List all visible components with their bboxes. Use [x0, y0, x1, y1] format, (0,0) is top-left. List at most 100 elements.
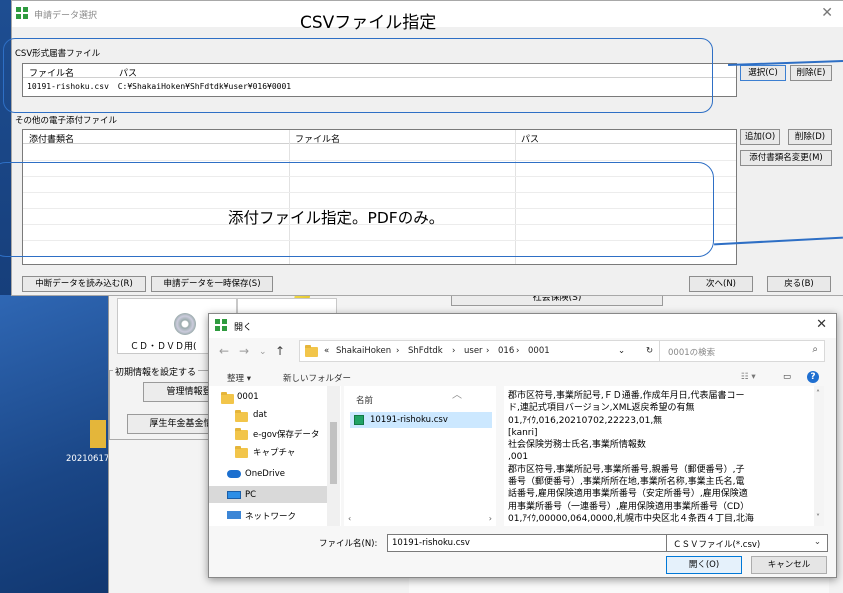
search-placeholder: 0001の検索: [668, 348, 716, 358]
save-temp-button[interactable]: 申請データを一時保存(S): [151, 276, 273, 292]
nav-scrollbar[interactable]: [327, 386, 340, 526]
init-info-title: 初期情報を設定する: [113, 365, 199, 378]
cloud-icon: [227, 470, 241, 478]
preview-line: 郡市区符号,事業所記号,事業所番号,親番号（郵便番号）,子: [508, 464, 745, 475]
new-folder-button[interactable]: 新しいフォルダー: [283, 372, 351, 384]
chevron-up-icon[interactable]: ˄: [816, 388, 820, 400]
breadcrumb-shfdtdk[interactable]: ShFdtdk: [408, 346, 443, 356]
chevron-right-icon: ›: [452, 346, 456, 356]
chevron-left-icon[interactable]: ‹: [348, 514, 351, 523]
select-button[interactable]: 選択(C): [740, 65, 786, 81]
delete-csv-button[interactable]: 削除(E): [790, 65, 832, 81]
attachment-group-title: その他の電子添付ファイル: [15, 116, 118, 126]
add-attachment-button[interactable]: 追加(O): [740, 129, 780, 145]
nav-item-label: キャプチャ: [253, 448, 296, 458]
rename-attachment-button[interactable]: 添付書類名変更(M): [740, 150, 832, 166]
folder-icon: [235, 410, 248, 422]
nav-item-0001[interactable]: 0001: [221, 392, 259, 404]
chevron-down-icon: ⌄: [813, 537, 821, 547]
forward-arrow-icon[interactable]: →: [239, 344, 249, 358]
address-bar[interactable]: « ShakaiHoken › ShFdtdk › user › 016 › 0…: [299, 340, 677, 362]
nav-item-egov[interactable]: e-gov保存データ: [235, 428, 320, 440]
annotation-attachment-note: 添付ファイル指定。PDFのみ。: [228, 209, 445, 227]
dialog-title: 申請データ選択: [34, 11, 98, 21]
breadcrumb-user[interactable]: user: [464, 346, 483, 356]
next-button[interactable]: 次へ(N): [689, 276, 753, 292]
cd-dvd-label: ＣＤ・ＤＶＤ用(: [130, 342, 197, 352]
preview-line: 用事業所番号（一連番号）,雇用保険適用事業所番号（CD）: [508, 501, 750, 512]
refresh-icon[interactable]: ↻: [646, 346, 653, 356]
help-icon[interactable]: ?: [807, 371, 819, 383]
search-icon: ⌕: [812, 344, 818, 355]
nav-item-pc[interactable]: PC: [227, 490, 257, 500]
breadcrumb-016[interactable]: 016: [498, 346, 514, 356]
open-button[interactable]: 開く(O): [666, 556, 742, 574]
preview-text: 郡市区符号,事業所記号,ＦＤ通番,作成年月日,代表届書コー ド,連記式項目バージ…: [508, 390, 754, 525]
column-attach-filename[interactable]: ファイル名: [295, 132, 340, 145]
cd-icon: [174, 313, 196, 335]
annotation-title: CSVファイル指定: [300, 13, 437, 33]
chevron-right-icon: ›: [486, 346, 490, 356]
column-attachment-name[interactable]: 添付書類名: [29, 132, 74, 145]
close-icon[interactable]: ✕: [816, 317, 827, 332]
nav-item-onedrive[interactable]: OneDrive: [227, 469, 285, 479]
column-name[interactable]: 名前: [356, 394, 373, 406]
organize-menu[interactable]: 整理 ▾: [227, 372, 251, 384]
chevron-down-icon[interactable]: ⌄: [259, 347, 267, 357]
nav-item-capture[interactable]: キャプチャ: [235, 446, 296, 458]
preview-line: 話番号,雇用保険適用事業所番号（安定所番号）,雇用保険適: [508, 489, 748, 500]
back-arrow-icon[interactable]: ←: [219, 344, 229, 358]
cancel-button[interactable]: キャンセル: [751, 556, 827, 574]
preview-pane-icon[interactable]: ▭: [783, 372, 791, 382]
nav-item-label: dat: [253, 410, 267, 420]
up-arrow-icon[interactable]: ↑: [275, 344, 285, 358]
folder-icon: [235, 446, 248, 458]
view-options-icon[interactable]: ☷ ▾: [741, 372, 756, 382]
nav-item-network[interactable]: ネットワーク: [227, 510, 297, 522]
preview-line: 01,ｱｲｳ,00000,064,0000,札幌市中央区北４条西４丁目,北海: [508, 513, 754, 524]
filename-field[interactable]: 10191-rishoku.csv: [387, 534, 667, 552]
preview-line: 番号（郵便番号）,事業所所在地,事業所名称,事業主氏名,電: [508, 477, 745, 488]
breadcrumb-shakaihoken[interactable]: ShakaiHoken: [336, 346, 391, 356]
excel-csv-icon: [354, 415, 364, 425]
nav-item-dat[interactable]: dat: [235, 410, 267, 422]
nav-item-label: OneDrive: [245, 469, 285, 479]
file-list-pane[interactable]: 名前 ︿ 10191-rishoku.csv ‹ ›: [344, 386, 496, 526]
preview-line: 01,ｱｲｳ,016,20210702,22223,01,無: [508, 415, 663, 426]
search-input[interactable]: 0001の検索 ⌕: [659, 340, 825, 362]
breadcrumb-0001[interactable]: 0001: [528, 346, 550, 356]
filetype-select[interactable]: ＣＳＶファイル(*.csv) ⌄: [666, 534, 828, 552]
filename-label: ファイル名(N):: [319, 539, 378, 549]
open-dialog-title: 開く: [234, 323, 253, 333]
nav-item-label: PC: [245, 490, 257, 500]
chevron-down-icon[interactable]: ⌄: [618, 346, 625, 356]
annotation-csv-box: [3, 38, 713, 113]
folder-icon: [305, 345, 318, 357]
chevron-right-icon[interactable]: ›: [489, 514, 492, 523]
file-item[interactable]: 10191-rishoku.csv: [350, 412, 492, 428]
nav-item-label: 0001: [237, 392, 259, 402]
nav-item-label: ネットワーク: [245, 512, 297, 522]
preview-line: 社会保険労務士氏名,事業所情報数: [508, 440, 646, 451]
preview-line: [kanri]: [508, 427, 538, 438]
breadcrumb-overflow[interactable]: «: [324, 346, 329, 356]
horizontal-scrollbar[interactable]: ‹ ›: [344, 514, 496, 526]
computer-icon: [227, 491, 241, 499]
preview-line: ド,連記式項目バージョン,XML返戻希望の有無: [508, 403, 695, 414]
load-interrupted-button[interactable]: 中断データを読み込む(R): [22, 276, 146, 292]
chevron-right-icon: ›: [516, 346, 520, 356]
folder-icon: [235, 428, 248, 440]
scrollbar-thumb[interactable]: [330, 422, 337, 484]
preview-line: ,001: [508, 452, 529, 463]
chevron-down-icon[interactable]: ˅: [816, 512, 820, 524]
open-dialog-titlebar[interactable]: 開く ✕: [209, 314, 836, 338]
sort-arrow-icon: ︿: [452, 390, 462, 401]
delete-attachment-button[interactable]: 削除(D): [788, 129, 832, 145]
nav-item-label: e-gov保存データ: [253, 430, 320, 440]
attachment-list-header: 添付書類名 ファイル名 パス: [23, 130, 736, 145]
column-attach-path[interactable]: パス: [521, 132, 539, 145]
desktop-file-icon[interactable]: [90, 420, 106, 448]
preview-scrollbar[interactable]: ˄ ˅: [814, 386, 824, 526]
close-icon[interactable]: ✕: [821, 5, 833, 21]
back-button[interactable]: 戻る(B): [767, 276, 831, 292]
